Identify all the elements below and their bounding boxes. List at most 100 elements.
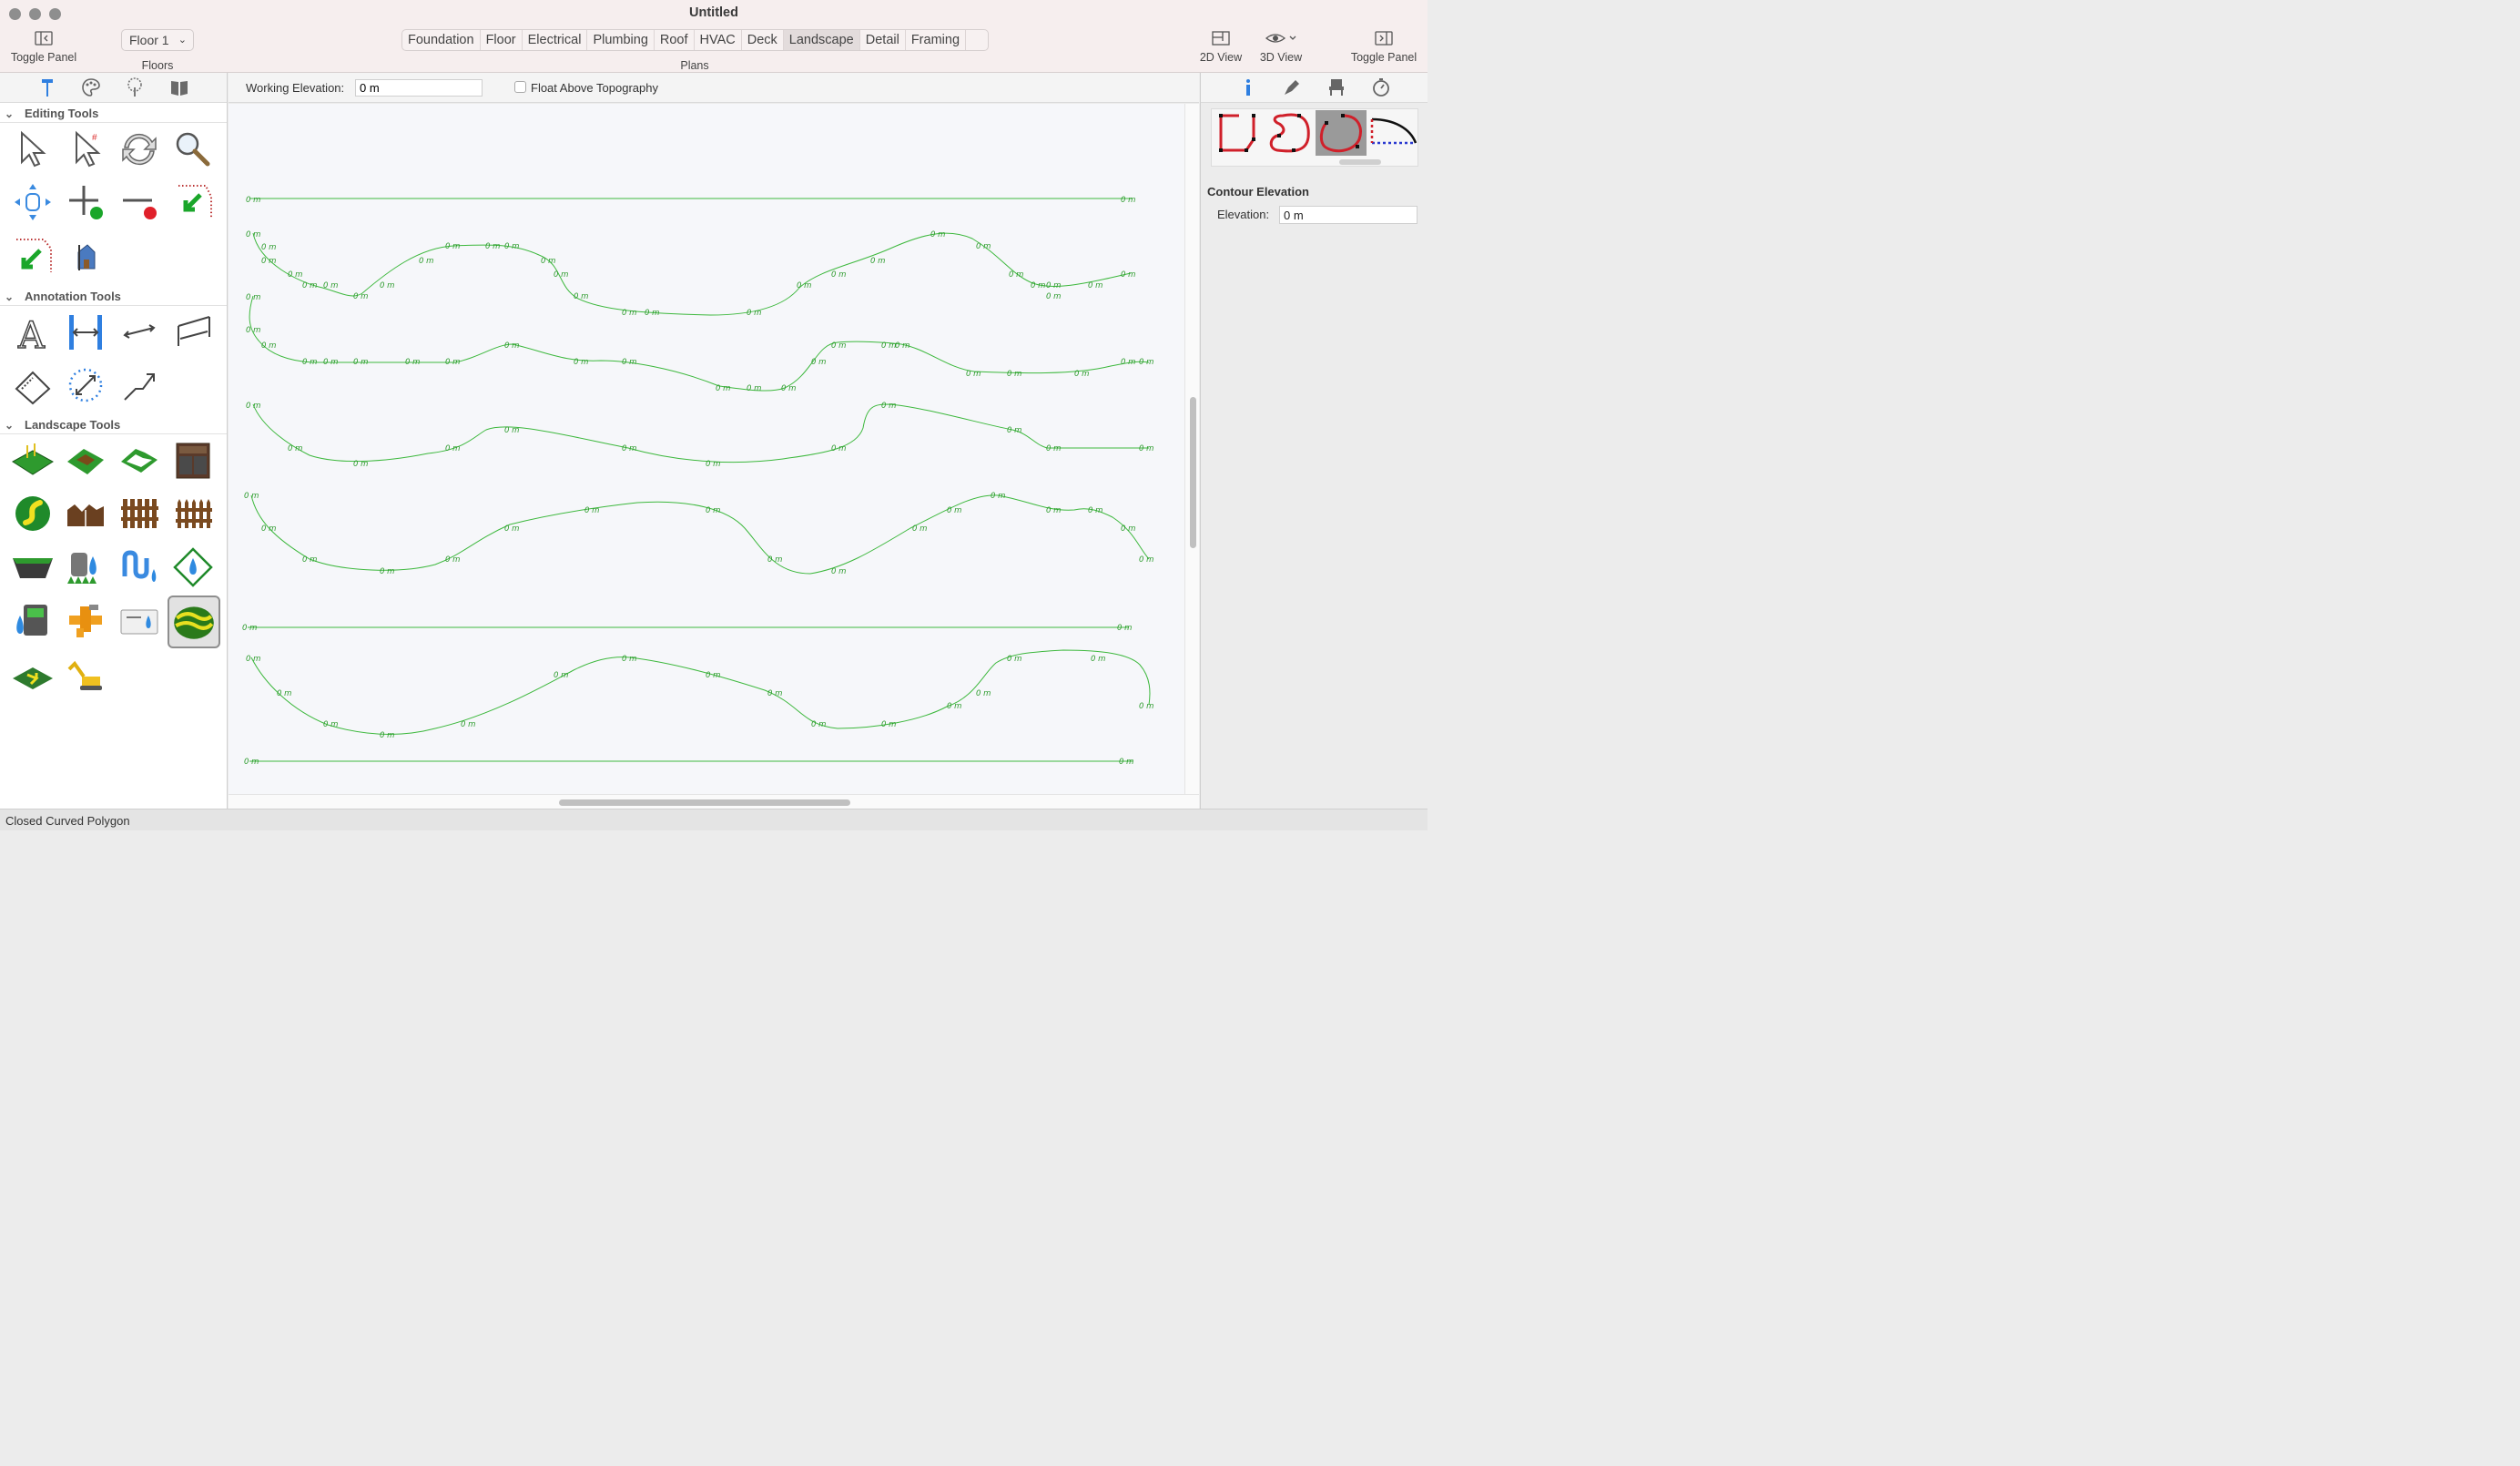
annotation-tools-header[interactable]: ⌄ Annotation Tools [0,288,227,306]
contour-elevation-label: 0 m [781,384,796,393]
open-polygon-shape[interactable] [1214,110,1265,156]
landscape-tools-header[interactable]: ⌄ Landscape Tools [0,416,227,434]
floors-label-text: Floors [141,59,174,72]
contour-elevation-label: 0 m [323,358,338,367]
angle-dimension-tool[interactable] [9,361,56,409]
picket-fence-tool[interactable] [169,490,217,537]
contour-elevation-label: 0 m [895,341,909,351]
radial-dimension-tool[interactable] [62,361,109,409]
wall-dimension-icon [178,316,210,346]
sidebar-right-icon [1375,31,1393,46]
tab-roof[interactable]: Roof [655,30,695,50]
valve-tool[interactable] [62,597,109,645]
select-edit-tool[interactable]: # [62,126,109,173]
library-tabs [0,73,227,103]
chair-icon[interactable] [1326,76,1347,98]
wall-dimension-tool[interactable] [169,308,217,355]
water-source-tool[interactable] [169,544,217,591]
contour-elevation-label: 0 m [1088,281,1102,290]
vertical-scroll-thumb[interactable] [1190,397,1196,548]
path-tool[interactable] [9,490,56,537]
3d-view-button[interactable]: 3D View [1253,31,1309,64]
elevation-input[interactable] [1279,206,1418,224]
terrain-region-tool[interactable] [62,436,109,484]
svg-text:#: # [92,133,97,143]
contour-elevation-label: 0 m [1119,758,1133,767]
closed-curved-polygon-shape[interactable] [1265,110,1316,156]
tab-electrical[interactable]: Electrical [523,30,588,50]
contour-elevation-label: 0 m [831,341,846,351]
contour-elevation-label: 0 m [419,257,433,266]
tab-deck[interactable]: Deck [742,30,784,50]
info-icon[interactable] [1237,76,1259,98]
excavator-tool[interactable] [62,651,109,698]
contour-tool[interactable] [168,596,220,648]
contour-elevation-label: 0 m [1139,358,1153,367]
2d-view-button[interactable]: 2D View [1189,31,1253,64]
tab-plumbing[interactable]: Plumbing [587,30,655,50]
floor-select[interactable]: Floor 1 ⌄ [121,29,194,51]
timer-icon[interactable] [1370,76,1392,98]
terrain-break-tool[interactable] [9,651,56,698]
water-meter-tool[interactable] [116,597,163,645]
fence-tool[interactable] [116,490,163,537]
drawing-canvas[interactable]: 0 m 0 m 0 m 0 m 0 m 0 m 0 m 0 m 0 m 0 m 0 m 0 m 0 m 0… [229,104,1184,794]
contour-elevation-label: 0 m [323,281,338,290]
horizontal-scrollbar[interactable] [229,794,1199,809]
terrain-perimeter-tool[interactable] [116,436,163,484]
book-icon[interactable] [168,76,190,98]
arrow-tool[interactable] [116,361,163,409]
house-tool[interactable] [62,232,109,280]
contour-elevation-label: 0 m [976,242,991,251]
contour-elevation-label: 0 m [485,242,500,251]
editing-tools-label: Editing Tools [25,107,99,120]
contour-elevation-label: 0 m [261,524,276,534]
mound-tool[interactable] [62,490,109,537]
terrain-tool[interactable] [9,436,56,484]
selected-curve-shape[interactable] [1316,110,1367,156]
contour-elevation-label: 0 m [881,720,896,729]
angle-dimension-icon [15,371,51,405]
text-tool[interactable]: A [9,308,56,358]
hammer-icon[interactable] [36,76,58,98]
select-tool[interactable] [9,126,56,173]
cabinet-tool[interactable] [169,436,217,484]
pen-icon[interactable] [1281,76,1303,98]
pond-tool[interactable] [9,544,56,591]
toggle-left-panel-button[interactable]: Toggle Panel [7,31,80,64]
zoom-tool[interactable] [169,126,217,173]
editing-tools-header[interactable]: ⌄ Editing Tools [0,105,227,123]
horizontal-scroll-thumb[interactable] [559,799,850,806]
contour-elevation-label: 0 m [747,309,761,318]
refresh-tool[interactable] [116,126,163,173]
working-elevation-input[interactable] [355,79,483,97]
trim-tool[interactable] [9,232,56,280]
vertical-scrollbar[interactable] [1184,104,1199,794]
add-point-tool[interactable] [62,178,109,226]
tab-landscape[interactable]: Landscape [783,30,860,50]
break-tool[interactable] [169,178,217,226]
pan-tool[interactable] [9,178,56,226]
tab-floor[interactable]: Floor [481,30,523,50]
delete-point-tool[interactable] [116,178,163,226]
shape-strip-scrollbar[interactable] [1339,159,1381,165]
tab-detail[interactable]: Detail [860,30,906,50]
toggle-right-panel-button[interactable]: Toggle Panel [1346,31,1422,64]
rain-barrel-tool[interactable] [62,544,109,591]
irrigation-controller-tool[interactable] [9,597,56,645]
arc-shape[interactable] [1367,110,1418,156]
tree-icon[interactable] [124,76,146,98]
dimension-tool[interactable] [62,308,109,355]
tab-hvac[interactable]: HVAC [695,30,742,50]
tab-foundation[interactable]: Foundation [402,30,481,50]
irrigation-line-tool[interactable] [116,544,163,591]
contour-elevation-label: 0 m [445,444,460,453]
contour-elevation-label: 0 m [574,358,588,367]
contour-elevation-label: 0 m [405,358,420,367]
palette-icon[interactable] [80,76,102,98]
float-above-topography-checkbox[interactable] [514,81,526,93]
contour-elevation-label: 0 m [261,341,276,351]
point-to-point-dimension-tool[interactable] [116,308,163,355]
tab-framing[interactable]: Framing [906,30,967,50]
contour-elevation-label: 0 m [991,492,1005,501]
